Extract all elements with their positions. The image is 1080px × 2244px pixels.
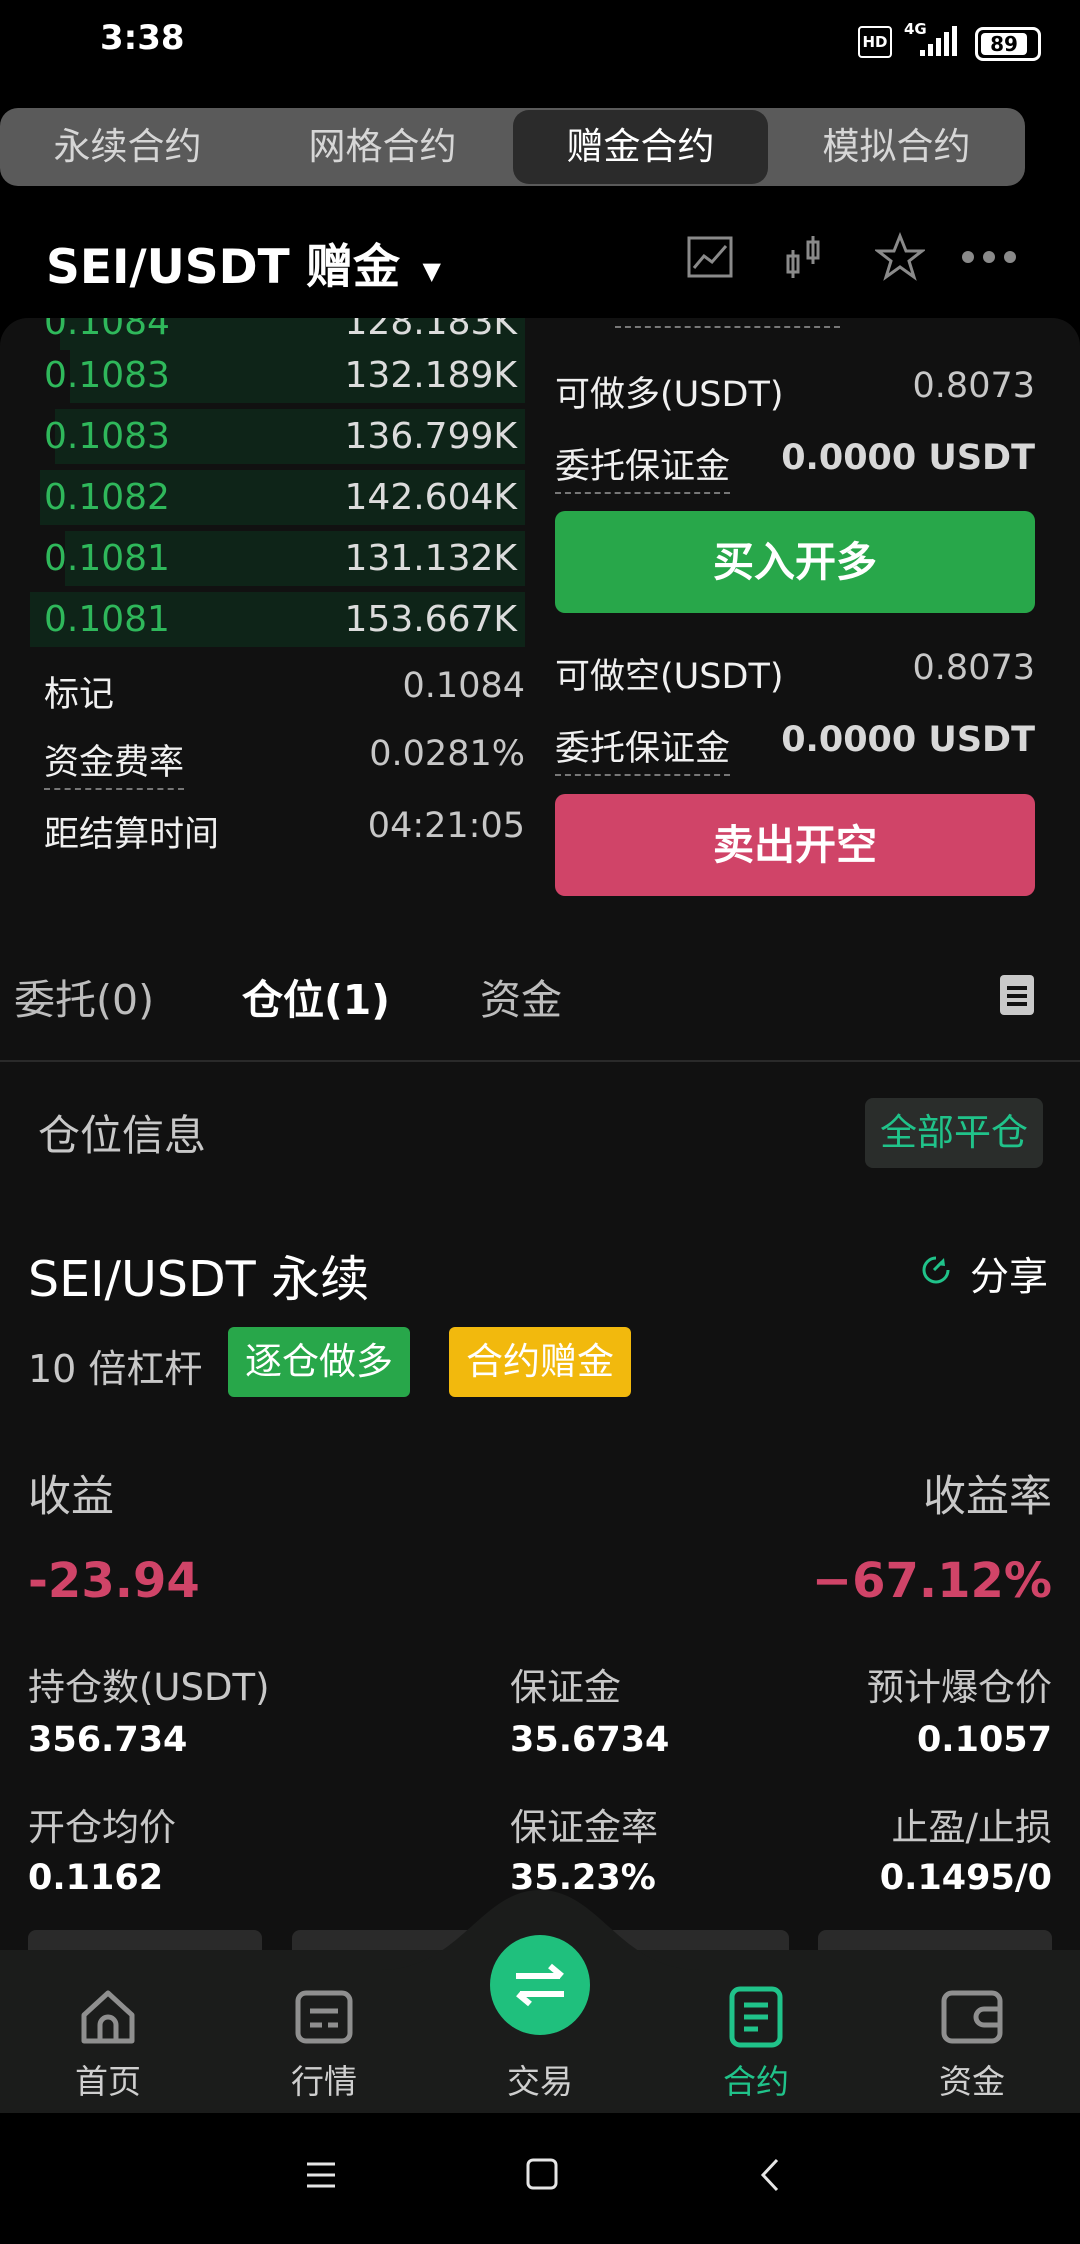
tab-grid[interactable]: 网格合约 [255,108,510,186]
liquidation-price-value: 0.1057 [916,1720,1052,1760]
status-time: 3:38 [100,18,185,58]
pnl-label: 收益 [28,1472,114,1522]
chart-icon[interactable] [685,232,735,282]
status-bar: 3:38 HD 4G 89 [0,0,1080,85]
short-margin-value: 0.0000 USDT [781,720,1035,760]
nav-trade-label: 交易 [507,2062,573,2101]
home-icon [81,1990,135,2044]
margin-label: 保证金 [510,1666,621,1709]
funding-rate-value: 0.0281% [369,734,525,774]
more-icon[interactable] [958,247,1020,267]
buy-long-button[interactable]: 买入开多 [555,511,1035,613]
position-size-label: 持仓数(USDT) [28,1666,270,1709]
share-button[interactable]: 分享 [970,1246,1048,1302]
long-available-value: 0.8073 [912,366,1035,406]
entry-price-value: 0.1162 [28,1858,164,1898]
nav-contract[interactable] [681,1985,831,2053]
tab-simulation[interactable]: 模拟合约 [768,108,1025,186]
nav-home[interactable] [33,1985,183,2053]
short-available-label: 可做空(USDT) [555,657,784,697]
long-available-label: 可做多(USDT) [555,375,784,415]
short-available-value: 0.8073 [912,648,1035,688]
menu-icon[interactable] [305,2159,337,2191]
swap-icon [516,1963,564,2007]
orderbook-row[interactable]: 0.1081 153.667K [0,589,525,650]
long-margin-label[interactable]: 委托保证金 [555,438,731,494]
bonus-badge: 合约赠金 [449,1327,631,1397]
contract-icon [729,1986,783,2048]
mark-price-label: 标记 [44,675,115,715]
nav-market-label: 行情 [291,2062,357,2101]
contract-type-tabs: 永续合约 网格合约 赠金合约 模拟合约 [0,108,1025,186]
nav-market[interactable] [249,1985,399,2053]
margin-value: 35.6734 [510,1720,670,1760]
leverage-label: 10 倍杠杆 [28,1347,203,1391]
wallet-icon [941,1990,1003,2044]
back-icon[interactable] [755,2157,785,2193]
tab-funds[interactable]: 资金 [480,966,562,1026]
orderbook-row[interactable]: 0.1083 132.189K [0,345,525,406]
market-icon [295,1990,353,2044]
star-icon[interactable] [875,232,925,282]
settlement-time-label: 距结算时间 [44,815,220,855]
orderbook-row[interactable]: 0.1083 136.799K [0,406,525,467]
tpsl-value: 0.1495/0 [879,1858,1052,1898]
close-all-button[interactable]: 全部平仓 [865,1098,1043,1168]
orderbook-row[interactable]: 0.1081 131.132K [0,528,525,589]
system-nav-bar [0,2113,1080,2244]
document-icon[interactable] [1000,975,1034,1015]
caret-down-icon: ▼ [422,256,441,285]
tpsl-label: 止盈/止损 [891,1806,1052,1849]
isolated-long-badge: 逐仓做多 [228,1327,410,1397]
tab-bonus[interactable]: 赠金合约 [513,110,768,184]
funding-rate-label[interactable]: 资金费率 [44,734,185,790]
position-info-title: 仓位信息 [38,1111,207,1160]
position-symbol: SEI/USDT 永续 [28,1251,370,1308]
pair-selector[interactable]: SEI/USDT 赠金 ▼ [46,228,441,297]
nav-contract-label: 合约 [723,2062,789,2101]
sell-short-button[interactable]: 卖出开空 [555,794,1035,896]
battery-icon: 89 [975,27,1041,61]
long-margin-value: 0.0000 USDT [781,438,1035,478]
roe-label: 收益率 [923,1472,1052,1522]
settlement-time-value: 04:21:05 [367,806,525,846]
nav-home-label: 首页 [75,2062,141,2101]
tab-orders[interactable]: 委托(0) [14,966,154,1026]
nav-wallet-label: 资金 [939,2062,1005,2101]
signal-icon [920,26,957,56]
orderbook-row[interactable]: 0.1082 142.604K [0,467,525,528]
share-refresh-icon[interactable] [918,1252,954,1288]
position-size-value: 356.734 [28,1720,188,1760]
home-square-icon[interactable] [525,2157,559,2191]
tab-perpetual[interactable]: 永续合约 [0,108,255,186]
nav-trade[interactable] [490,1935,590,2035]
tab-positions[interactable]: 仓位(1) [242,966,390,1026]
hd-icon: HD [858,26,892,58]
nav-wallet[interactable] [897,1985,1047,2053]
pair-title: SEI/USDT 赠金 [46,240,401,295]
candlestick-icon[interactable] [780,232,830,282]
pnl-value: -23.94 [28,1553,200,1609]
margin-rate-label: 保证金率 [510,1806,658,1849]
roe-value: −67.12% [811,1553,1052,1609]
battery-level: 89 [981,33,1027,55]
partial-divider [615,326,840,328]
short-margin-label[interactable]: 委托保证金 [555,720,731,776]
entry-price-label: 开仓均价 [28,1806,176,1849]
mark-price-value: 0.1084 [402,666,525,706]
liquidation-price-label: 预计爆仓价 [867,1666,1052,1709]
trade-panel: 0.1084 128.183K 0.1083 132.189K 0.1083 1… [0,318,1080,930]
